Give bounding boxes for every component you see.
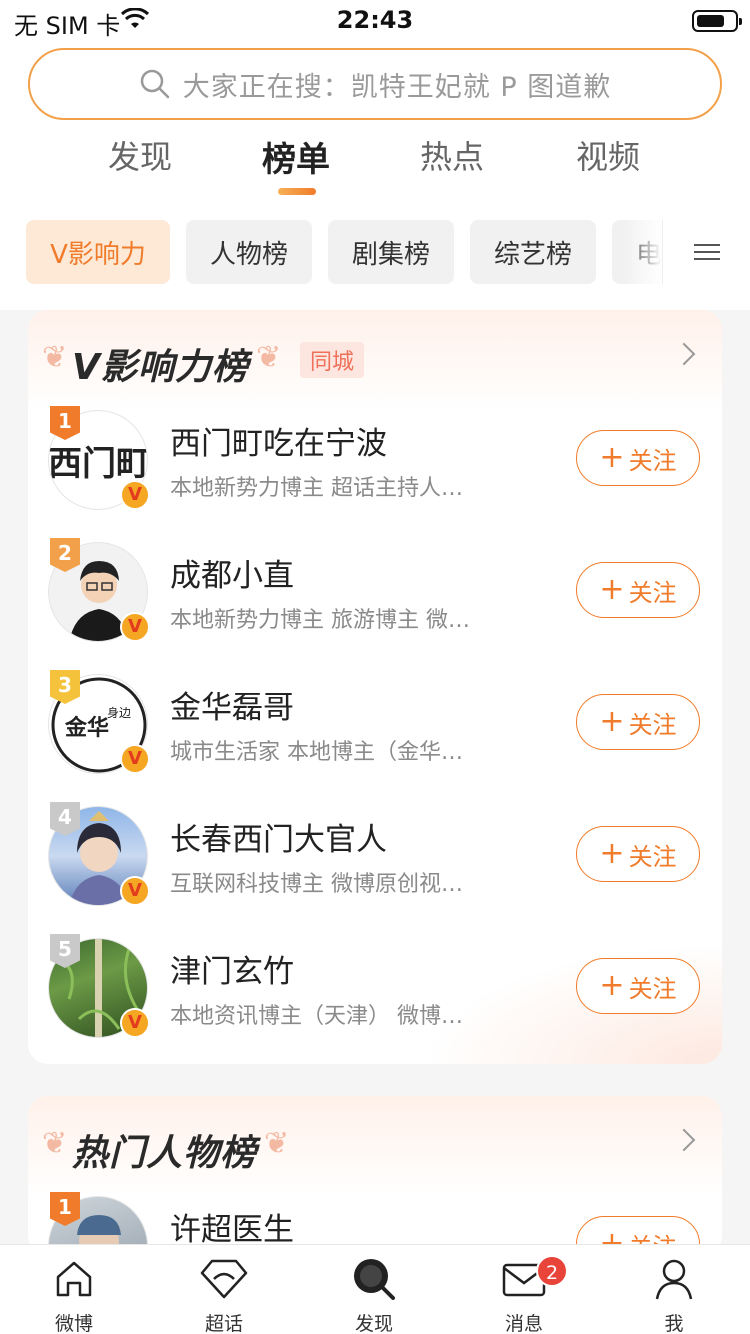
tabbar-label: 发现 bbox=[354, 1313, 393, 1334]
verified-badge-icon: V bbox=[120, 1008, 150, 1038]
user-name[interactable]: 长春西门大官人 bbox=[170, 814, 387, 859]
category-chips: V影响力 人物榜 剧集榜 综艺榜 电 bbox=[0, 220, 750, 290]
card-title: V影响力榜 bbox=[72, 347, 249, 388]
top-tabs: 发现 榜单 热点 视频 bbox=[0, 132, 750, 192]
profile-icon bbox=[655, 1259, 693, 1300]
tabbar-label: 微博 bbox=[54, 1313, 93, 1334]
hot-people-card: ❦ 热门人物榜 ❦ 1 许超医生 +关注 bbox=[28, 1096, 722, 1256]
message-count-badge: 2 bbox=[536, 1255, 568, 1287]
user-description: 互联网科技博主 微博原创视… bbox=[170, 872, 463, 897]
diamond-icon bbox=[200, 1259, 248, 1299]
tab-hot[interactable]: 热点 bbox=[392, 132, 512, 178]
chip-menu-button[interactable] bbox=[662, 220, 750, 284]
plus-icon: + bbox=[599, 836, 625, 871]
laurel-left-icon: ❦ bbox=[42, 340, 68, 375]
tabbar-super-topic[interactable]: 超话 bbox=[174, 1253, 274, 1334]
chip-variety[interactable]: 综艺榜 bbox=[470, 220, 596, 284]
user-description: 城市生活家 本地博主（金华… bbox=[170, 740, 463, 765]
follow-button[interactable]: +关注 bbox=[576, 826, 700, 882]
verified-badge-icon: V bbox=[120, 612, 150, 642]
user-name[interactable]: 许超医生 bbox=[170, 1204, 294, 1249]
plus-icon: + bbox=[599, 704, 625, 739]
menu-icon bbox=[693, 239, 720, 265]
search-icon bbox=[140, 69, 170, 99]
battery-icon bbox=[692, 10, 742, 32]
tabbar-profile[interactable]: 我 bbox=[624, 1253, 724, 1334]
user-description: 本地新势力博主 旅游博主 微… bbox=[170, 608, 470, 633]
bottom-tab-bar: 微博 超话 发现 2 消息 我 bbox=[0, 1244, 750, 1334]
tabbar-messages[interactable]: 2 消息 bbox=[474, 1253, 574, 1334]
follow-button[interactable]: +关注 bbox=[576, 562, 700, 618]
tabbar-label: 我 bbox=[664, 1313, 684, 1334]
user-name[interactable]: 津门玄竹 bbox=[170, 946, 294, 991]
tabbar-label: 消息 bbox=[504, 1313, 543, 1334]
svg-text:金华: 金华 bbox=[64, 715, 109, 741]
chip-drama[interactable]: 剧集榜 bbox=[328, 220, 454, 284]
follow-button[interactable]: +关注 bbox=[576, 958, 700, 1014]
tabbar-discover[interactable]: 发现 bbox=[324, 1253, 424, 1334]
search-bar[interactable]: 大家正在搜：凯特王妃就 P 图道歉 bbox=[28, 48, 722, 120]
home-icon bbox=[56, 1261, 92, 1297]
verified-badge-icon: V bbox=[120, 876, 150, 906]
verified-badge-icon: V bbox=[120, 744, 150, 774]
status-bar: 无 SIM 卡 22:43 bbox=[0, 0, 750, 40]
rank-row[interactable]: 4 V 长春西门大官人 互联网科技博主 微博原创视… + 关注 bbox=[28, 802, 722, 926]
search-placeholder: 大家正在搜：凯特王妃就 P 图道歉 bbox=[182, 71, 612, 103]
city-badge[interactable]: 同城 bbox=[300, 342, 365, 378]
discover-icon bbox=[354, 1259, 395, 1300]
rank-row[interactable]: 2 V 成都小直 本地新势力博主 旅游博主 微… + 关注 bbox=[28, 538, 722, 662]
chip-people[interactable]: 人物榜 bbox=[186, 220, 312, 284]
user-name[interactable]: 成都小直 bbox=[170, 550, 294, 595]
user-name[interactable]: 西门町吃在宁波 bbox=[170, 418, 387, 463]
svg-text:身边: 身边 bbox=[107, 705, 131, 720]
plus-icon: + bbox=[599, 968, 625, 1003]
card-title: 热门人物榜 bbox=[72, 1133, 258, 1174]
svg-text:西门町: 西门町 bbox=[49, 444, 148, 484]
v-influence-card: ❦ V影响力榜 ❦ 同城 西门町 1 V 西门町吃在宁波 本地新势力博主 超话主… bbox=[28, 310, 722, 1064]
laurel-right-icon: ❦ bbox=[256, 340, 282, 375]
plus-icon: + bbox=[599, 440, 625, 475]
laurel-left-icon: ❦ bbox=[42, 1126, 68, 1161]
chip-v-influence[interactable]: V影响力 bbox=[26, 220, 170, 284]
user-name[interactable]: 金华磊哥 bbox=[170, 682, 294, 727]
follow-button[interactable]: +关注 bbox=[576, 694, 700, 750]
active-tab-indicator bbox=[278, 188, 316, 195]
follow-button[interactable]: +关注 bbox=[576, 430, 700, 486]
tabbar-label: 超话 bbox=[204, 1313, 243, 1334]
user-description: 本地新势力博主 超话主持人… bbox=[170, 476, 463, 501]
tab-video[interactable]: 视频 bbox=[548, 132, 668, 178]
verified-badge-icon: V bbox=[120, 480, 150, 510]
plus-icon: + bbox=[599, 572, 625, 607]
rank-row[interactable]: 西门町 1 V 西门町吃在宁波 本地新势力博主 超话主持人… + 关注 bbox=[28, 406, 722, 530]
tabbar-home[interactable]: 微博 bbox=[24, 1253, 124, 1334]
rank-row[interactable]: 金华 身边 3 V 金华磊哥 城市生活家 本地博主（金华… + 关注 bbox=[28, 670, 722, 794]
rank-row[interactable]: 5 V 津门玄竹 本地资讯博主（天津） 微博… + 关注 bbox=[28, 934, 722, 1058]
discover-header: 大家正在搜：凯特王妃就 P 图道歉 发现 榜单 热点 视频 V影响力 人物榜 剧… bbox=[0, 40, 750, 310]
clock: 22:43 bbox=[336, 6, 414, 34]
tab-rankings[interactable]: 榜单 bbox=[236, 132, 356, 181]
tab-discover[interactable]: 发现 bbox=[80, 132, 200, 178]
laurel-right-icon: ❦ bbox=[264, 1126, 290, 1161]
user-description: 本地资讯博主（天津） 微博… bbox=[170, 1004, 463, 1029]
